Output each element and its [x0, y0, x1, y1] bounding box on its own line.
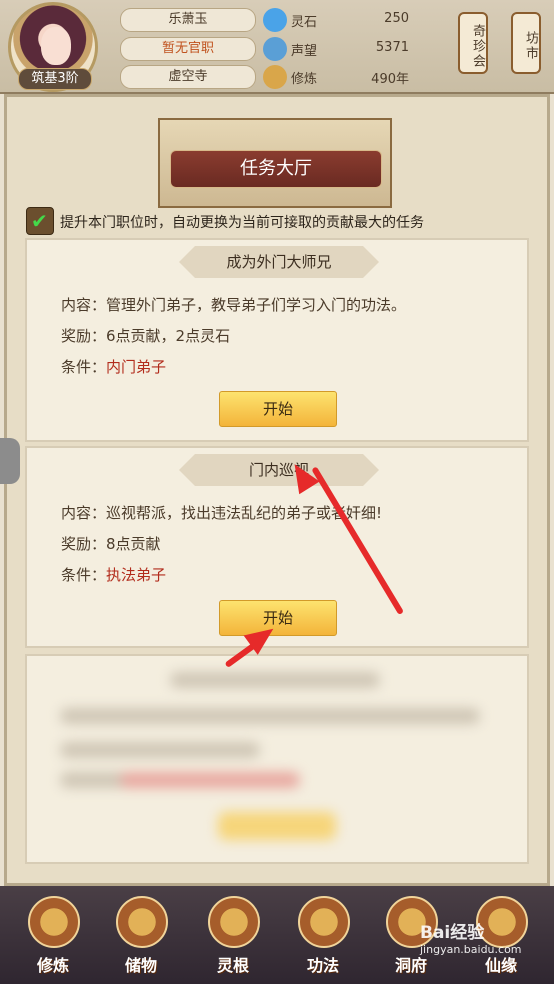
stat-reputation: 声望 5371 — [263, 37, 449, 61]
reward-value: 6点贡献，2点灵石 — [106, 327, 231, 345]
watermark-text: Bai经验 — [420, 923, 485, 943]
stat-value: 250 — [384, 11, 409, 26]
stat-value: 490年 — [371, 72, 409, 87]
technique-book-icon — [298, 896, 350, 948]
check-icon: ✔ — [31, 209, 48, 233]
content-label: 内容： — [61, 296, 107, 314]
task-condition: 条件：执法弟子 — [61, 564, 166, 585]
stat-value: 5371 — [375, 40, 409, 55]
page-title: 任务大厅 — [170, 150, 382, 188]
nav-storage[interactable]: 储物 — [98, 896, 184, 982]
auto-switch-checkbox[interactable]: ✔ — [26, 207, 54, 235]
market-button[interactable]: 坊市 — [511, 12, 541, 74]
condition-value: 执法弟子 — [106, 566, 167, 584]
task-title: 成为外门大师兄 — [179, 246, 379, 278]
nav-spirit-root[interactable]: 灵根 — [190, 896, 276, 982]
treasure-fair-button[interactable]: 奇珍会 — [458, 12, 488, 74]
player-name: 乐萧玉 — [120, 8, 256, 32]
storage-bag-icon — [116, 896, 168, 948]
side-handle[interactable] — [0, 438, 20, 484]
nav-technique[interactable]: 功法 — [280, 896, 366, 982]
auto-switch-label: 提升本门职位时，自动更换为当前可接取的贡献最大的任务 — [60, 215, 424, 231]
stat-spirit-stone: 灵石 250 — [263, 8, 449, 32]
task-card: 成为外门大师兄 内容：管理外门弟子，教导弟子们学习入门的功法。 奖励：6点贡献，… — [25, 238, 529, 442]
nav-label: 功法 — [306, 956, 339, 975]
nav-label: 灵根 — [216, 956, 249, 975]
reward-label: 奖励： — [61, 535, 107, 553]
stat-label: 修炼 — [291, 72, 318, 87]
avatar-face — [41, 27, 71, 65]
spirit-stone-icon — [263, 8, 287, 32]
nav-label: 修炼 — [36, 956, 69, 975]
condition-label: 条件： — [61, 566, 107, 584]
start-button[interactable]: 开始 — [219, 391, 337, 427]
reward-value: 8点贡献 — [106, 535, 161, 553]
start-button[interactable]: 开始 — [219, 600, 337, 636]
stat-label: 灵石 — [291, 15, 318, 30]
task-reward: 奖励：8点贡献 — [61, 533, 161, 554]
reputation-icon — [263, 37, 287, 61]
task-content: 内容：管理外门弟子，教导弟子们学习入门的功法。 — [61, 294, 406, 315]
task-card: 门内巡视 内容：巡视帮派，找出违法乱纪的弟子或者奸细! 奖励：8点贡献 条件：执… — [25, 446, 529, 648]
condition-value: 内门弟子 — [106, 358, 167, 376]
title-banner: 任务大厅 — [158, 118, 392, 208]
task-title: 门内巡视 — [179, 454, 379, 486]
nav-cultivation[interactable]: 修炼 — [10, 896, 96, 982]
meditation-icon — [263, 65, 287, 89]
player-sect: 虚空寺 — [120, 65, 256, 89]
spirit-root-icon — [208, 896, 260, 948]
cultivation-icon — [28, 896, 80, 948]
reward-label: 奖励： — [61, 327, 107, 345]
task-reward: 奖励：6点贡献，2点灵石 — [61, 325, 230, 346]
stat-label: 声望 — [291, 44, 318, 59]
blurred-content — [40, 660, 514, 850]
player-position: 暂无官职 — [120, 37, 256, 61]
content-value: 管理外门弟子，教导弟子们学习入门的功法。 — [106, 296, 407, 314]
rank-badge: 筑基3阶 — [18, 68, 92, 90]
condition-label: 条件： — [61, 358, 107, 376]
content-label: 内容： — [61, 504, 107, 522]
task-condition: 条件：内门弟子 — [61, 356, 166, 377]
watermark: Bai经验 jingyan.baidu.com — [420, 918, 552, 978]
nav-label: 储物 — [124, 956, 157, 975]
stat-cultivation: 修炼 490年 — [263, 65, 449, 89]
watermark-sub: jingyan.baidu.com — [420, 943, 522, 956]
top-status-bar: 筑基3阶 乐萧玉 暂无官职 虚空寺 灵石 250 声望 5371 修炼 490年… — [0, 0, 554, 94]
